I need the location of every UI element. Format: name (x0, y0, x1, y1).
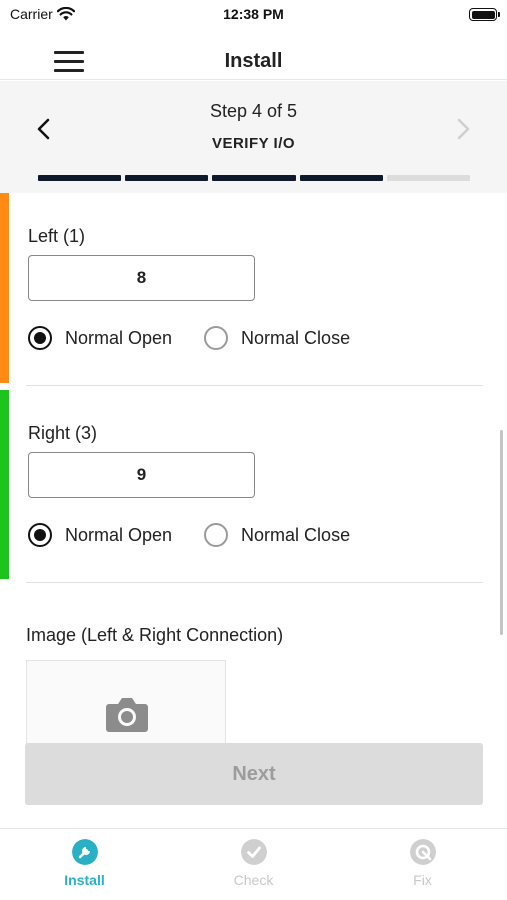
status-accent-bar (0, 390, 9, 579)
value-input[interactable]: 8 (28, 255, 255, 301)
field-label: Left (1) (28, 226, 86, 246)
radio-label: Normal Open (65, 327, 173, 348)
step-counter: Step 4 of 5 (209, 101, 298, 121)
divider (26, 385, 483, 386)
radio-option-normal-close[interactable]: Normal Close (204, 523, 350, 547)
step-progress-bar (38, 175, 471, 181)
status-bar: Carrier 12:38 PM (0, 0, 507, 30)
radio-unselected-icon (204, 523, 229, 547)
chevron-right-icon[interactable] (453, 117, 473, 141)
tab-fix[interactable]: Fix (338, 829, 507, 900)
tab-check[interactable]: Check (169, 829, 338, 900)
image-field-label: Image (Left & Right Connection) (26, 625, 284, 645)
progress-segment (299, 175, 383, 181)
clock: 12:38 PM (223, 6, 284, 22)
radio-option-normal-open[interactable]: Normal Open (28, 523, 172, 547)
radio-group: Normal Open Normal Close (28, 326, 382, 350)
page-title: Install (224, 50, 283, 72)
status-accent-bar (0, 193, 9, 383)
progress-segment (38, 175, 122, 181)
divider (26, 582, 483, 583)
battery-icon (469, 8, 500, 21)
fix-icon (409, 839, 436, 865)
radio-option-normal-close[interactable]: Normal Close (204, 326, 350, 350)
nav-bar: Install (0, 30, 507, 80)
radio-option-normal-open[interactable]: Normal Open (28, 326, 172, 350)
tab-label: Install (64, 872, 105, 888)
scrollbar[interactable] (500, 430, 503, 635)
step-header: Step 4 of 5 VERIFY I/O (0, 81, 507, 193)
io-section-right: Right (3) 9 Normal Open Normal Close (0, 390, 507, 580)
progress-segment (212, 175, 296, 181)
radio-selected-icon (28, 326, 52, 350)
tab-bar: Install Check Fix (0, 828, 507, 900)
radio-label: Normal Close (241, 524, 351, 545)
radio-unselected-icon (204, 326, 229, 350)
next-button[interactable]: Next (25, 743, 483, 805)
checkmark-icon (240, 839, 267, 865)
field-label: Right (3) (28, 423, 98, 443)
wrench-icon (71, 839, 98, 865)
camera-icon (106, 698, 148, 732)
tab-label: Check (233, 872, 274, 888)
radio-group: Normal Open Normal Close (28, 523, 382, 547)
tab-label: Fix (413, 872, 432, 888)
radio-selected-icon (28, 523, 52, 547)
tab-install[interactable]: Install (0, 829, 169, 900)
io-section-left: Left (1) 8 Normal Open Normal Close (0, 193, 507, 383)
step-name: VERIFY I/O (211, 135, 296, 152)
value-input[interactable]: 9 (28, 452, 255, 498)
progress-segment (386, 175, 471, 181)
radio-label: Normal Open (65, 524, 173, 545)
progress-segment (125, 175, 209, 181)
radio-label: Normal Close (241, 327, 351, 348)
